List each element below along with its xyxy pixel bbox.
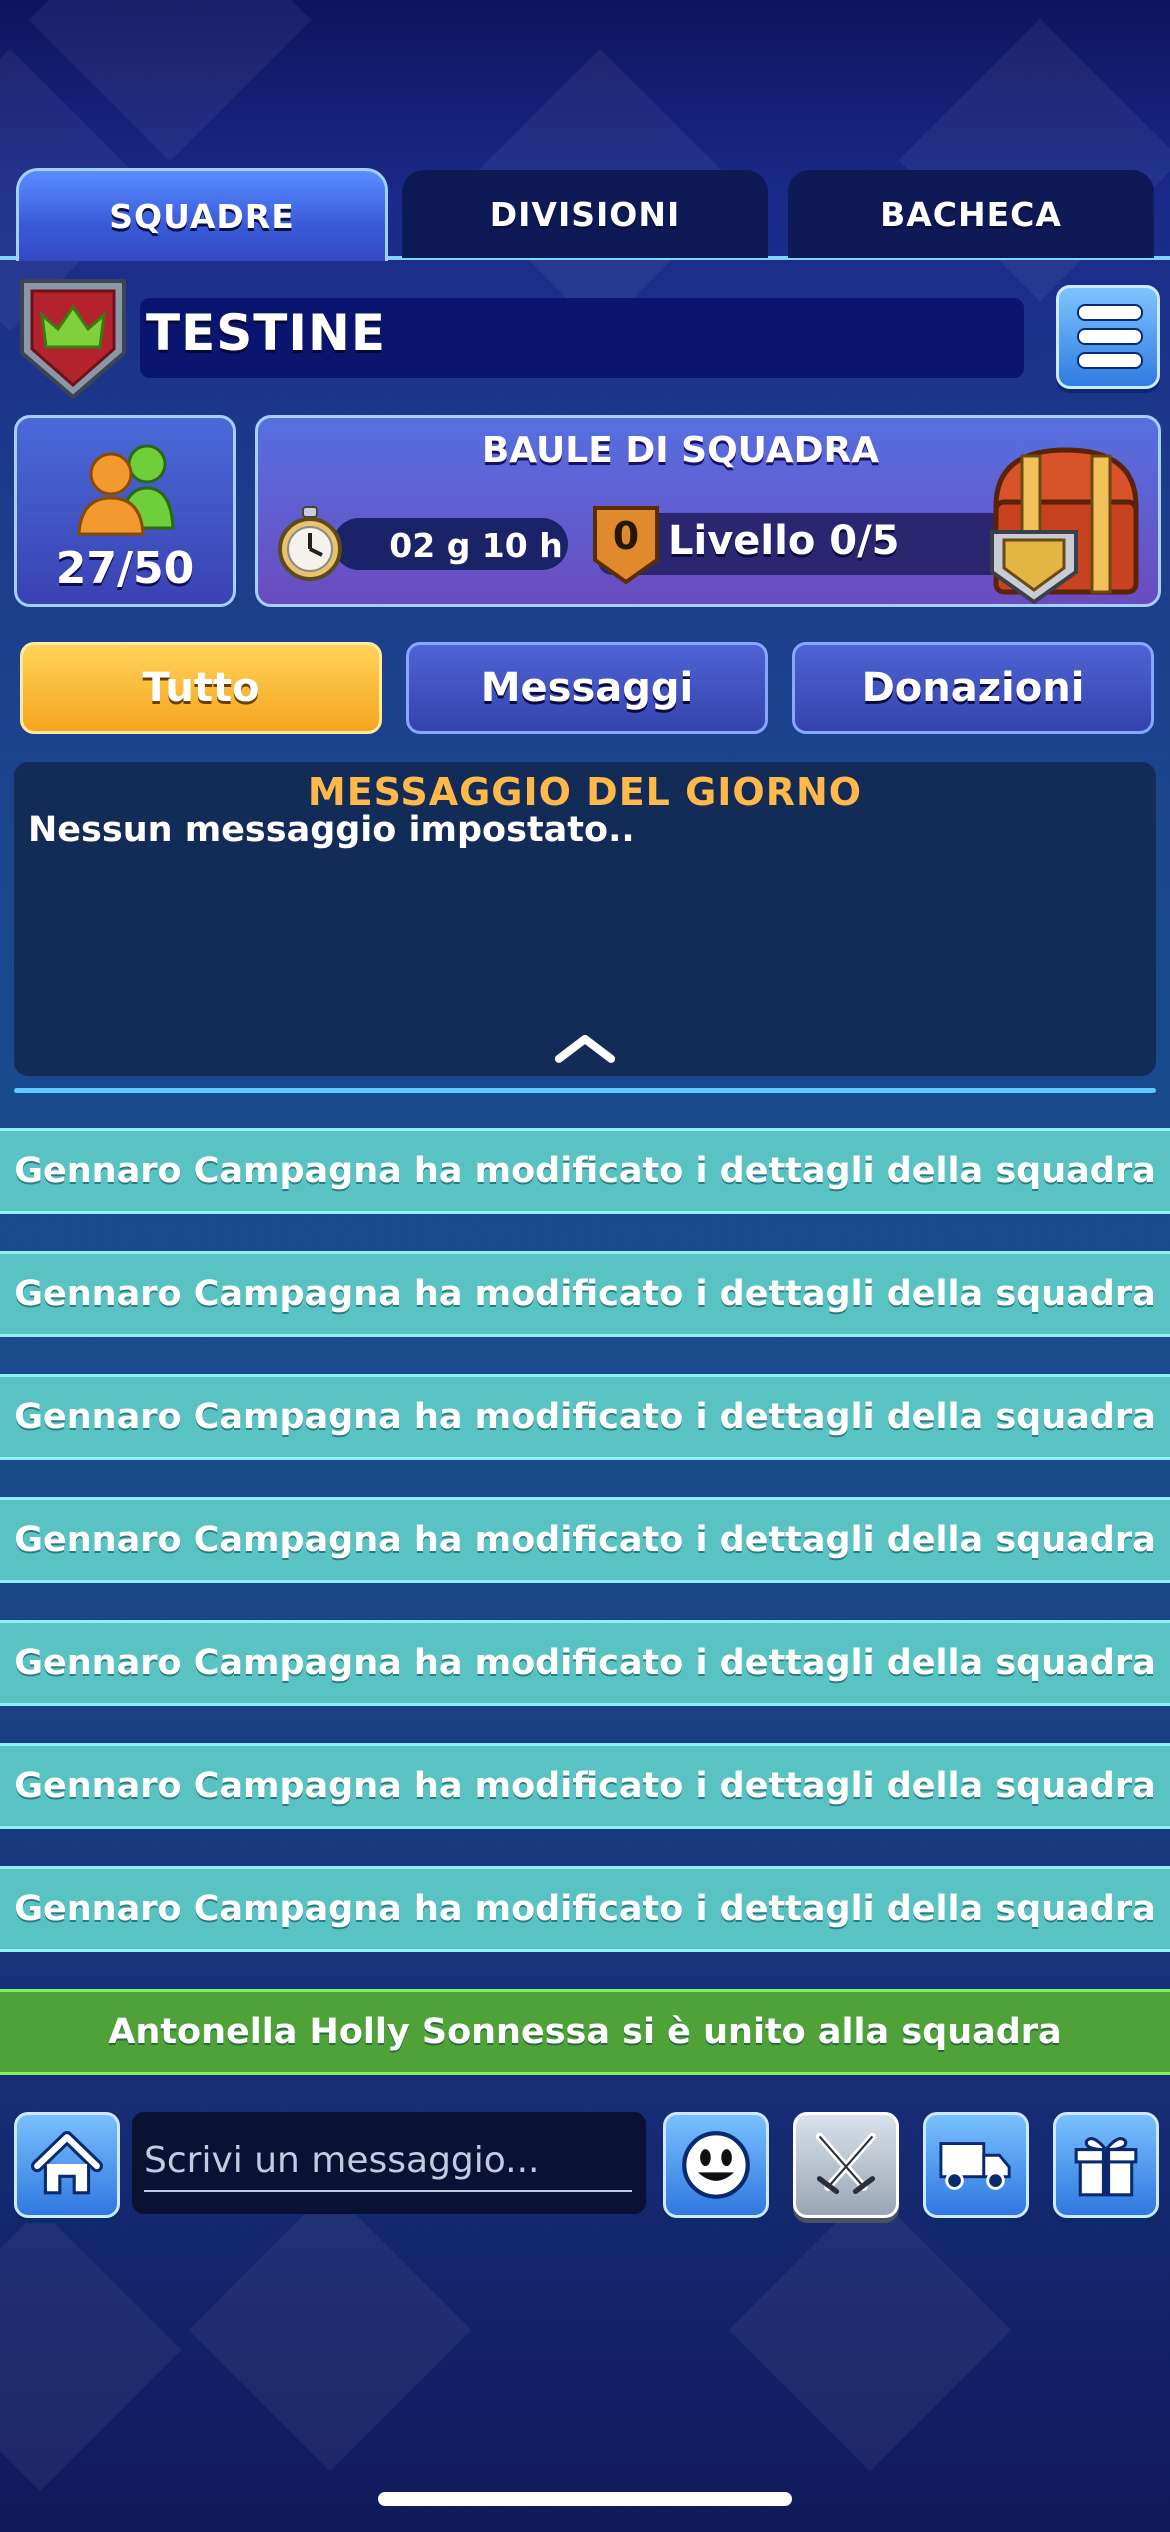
chat-input-container bbox=[132, 2112, 646, 2214]
smiley-icon bbox=[682, 2131, 750, 2199]
stopwatch-icon bbox=[278, 506, 342, 581]
menu-button[interactable] bbox=[1056, 285, 1160, 389]
tab-squadre[interactable]: SQUADRE bbox=[16, 168, 388, 261]
bg-diamond bbox=[728, 2188, 1012, 2472]
team-name: TESTINE bbox=[146, 304, 386, 362]
gift-icon bbox=[1074, 2137, 1138, 2197]
top-tab-bar: SQUADRE DIVISIONI BACHECA bbox=[0, 168, 1170, 261]
feed-item-join: Antonella Holly Sonnessa si è unito alla… bbox=[0, 1989, 1170, 2075]
feed-item: Gennaro Campagna ha modificato i dettagl… bbox=[0, 1866, 1170, 1952]
gift-button[interactable] bbox=[1053, 2112, 1159, 2218]
team-shield-crown-icon[interactable] bbox=[14, 275, 132, 403]
delivery-button[interactable] bbox=[923, 2112, 1029, 2218]
emoji-button[interactable] bbox=[663, 2112, 769, 2218]
treasure-chest-icon bbox=[990, 447, 1139, 604]
filter-donazioni[interactable]: Donazioni bbox=[792, 642, 1154, 734]
chat-message-input[interactable] bbox=[144, 2130, 632, 2192]
motd-text: Nessun messaggio impostato.. bbox=[28, 810, 635, 850]
delivery-truck-icon bbox=[939, 2142, 1011, 2190]
motd-panel: MESSAGGIO DEL GIORNO Nessun messaggio im… bbox=[14, 762, 1156, 1076]
tab-bacheca[interactable]: BACHECA bbox=[788, 170, 1154, 258]
feed-item: Gennaro Campagna ha modificato i dettagl… bbox=[0, 1128, 1170, 1214]
motd-separator bbox=[14, 1088, 1156, 1093]
filter-messaggi[interactable]: Messaggi bbox=[406, 642, 768, 734]
menu-icon-line bbox=[1077, 328, 1143, 345]
bg-diamond bbox=[0, 2208, 182, 2492]
motd-title: MESSAGGIO DEL GIORNO bbox=[307, 770, 863, 814]
feed-item: Gennaro Campagna ha modificato i dettagl… bbox=[0, 1620, 1170, 1706]
members-panel[interactable]: 27/50 bbox=[14, 415, 236, 607]
menu-icon-line bbox=[1077, 304, 1143, 321]
menu-icon-line bbox=[1077, 352, 1143, 369]
chest-level: Livello 0/5 bbox=[668, 518, 900, 564]
feed-item: Gennaro Campagna ha modificato i dettagl… bbox=[0, 1743, 1170, 1829]
feed-item: Gennaro Campagna ha modificato i dettagl… bbox=[0, 1497, 1170, 1583]
filter-tutto[interactable]: Tutto bbox=[20, 642, 382, 734]
bg-diamond bbox=[188, 2188, 472, 2472]
chest-timer: 02 g 10 h bbox=[389, 526, 563, 565]
feed-item: Gennaro Campagna ha modificato i dettagl… bbox=[0, 1374, 1170, 1460]
home-icon bbox=[31, 2131, 103, 2195]
crossed-swords-icon bbox=[815, 2132, 877, 2195]
team-chest-panel[interactable]: BAULE DI SQUADRA 02 g 10 h 0 Livello 0/5 bbox=[255, 415, 1161, 607]
home-button[interactable] bbox=[14, 2112, 120, 2218]
collapse-chevron-icon[interactable] bbox=[550, 1030, 620, 1066]
level-badge: 0 bbox=[612, 514, 640, 558]
tab-divisioni[interactable]: DIVISIONI bbox=[402, 170, 768, 258]
members-icon bbox=[77, 444, 175, 536]
home-indicator[interactable] bbox=[378, 2492, 792, 2506]
members-count: 27/50 bbox=[55, 543, 195, 594]
feed-item: Gennaro Campagna ha modificato i dettagl… bbox=[0, 1251, 1170, 1337]
battle-button[interactable] bbox=[793, 2112, 899, 2218]
